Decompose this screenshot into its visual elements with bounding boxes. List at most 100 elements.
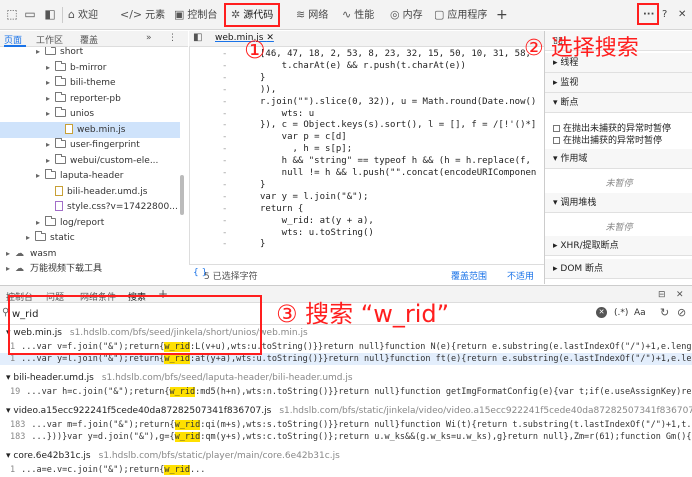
tab-elements[interactable]: </> 元素 xyxy=(120,0,165,30)
result-file[interactable]: ▾ bili-header.umd.js s1.hdslb.com/bfs/see… xyxy=(6,373,353,383)
annotation-1: ① xyxy=(244,36,266,64)
tab-application[interactable]: ▢ 应用程序 xyxy=(434,0,487,30)
code-line: - t.charAt(e) && r.push(t.charAt(e)) xyxy=(222,60,466,71)
add-tab-button[interactable]: + xyxy=(496,0,508,30)
code-line: - [46, 47, 18, 2, 53, 8, 23, 32, 15, 50, … xyxy=(222,49,531,59)
code-line: - var y = l.join("&"); xyxy=(222,191,369,202)
close-devtools-button[interactable]: ✕ xyxy=(678,0,686,30)
clear-search-icon[interactable]: ✕ xyxy=(596,307,607,318)
tree-item[interactable]: ▸ b-mirror xyxy=(46,60,106,76)
tree-item[interactable]: ▸ short xyxy=(36,47,83,60)
chevron-icon[interactable]: ▸ xyxy=(36,47,45,60)
device-toolbar-icon[interactable]: ▭ xyxy=(22,6,38,22)
tree-item[interactable]: ▸ webui/custom-ele... xyxy=(46,153,158,169)
section-watch[interactable]: ▸ 监视 xyxy=(545,73,692,93)
regex-toggle[interactable]: (.*) xyxy=(614,308,628,318)
scope-not-paused: 未暂停 xyxy=(605,179,633,189)
folder-icon xyxy=(55,138,66,148)
section-scope[interactable]: ▾ 作用域 xyxy=(545,149,692,169)
tab-overrides[interactable]: 覆盖 xyxy=(80,33,98,46)
dock-panel-icon[interactable]: ◧ xyxy=(42,6,58,22)
close-drawer-icon[interactable]: ✕ xyxy=(676,290,684,300)
result-file-name: bili-header.umd.js xyxy=(13,373,94,383)
result-line[interactable]: 183 ...var m=f.join("&");return{w_rid:qi(… xyxy=(0,419,692,431)
tab-workspace[interactable]: 工作区 xyxy=(36,33,63,46)
devtools-toolbar: ⬚ ▭ ◧ ⌂ 欢迎 </> 元素 ▣ 控制台 ✲ 源代码 ≋ 网络 ∿ 性能 ◎ 内存 ▢ 应… xyxy=(0,0,692,30)
dock-icon[interactable]: ⊟ xyxy=(658,290,666,300)
section-xhr-breakpoints[interactable]: ▸ XHR/提取断点 xyxy=(545,236,692,256)
result-file[interactable]: ▾ core.6e42b31c.js s1.hdslb.com/bfs/stati… xyxy=(6,451,340,461)
chevron-icon[interactable]: ▸ xyxy=(46,60,55,76)
tree-item[interactable]: ▸ laputa-header xyxy=(36,168,123,184)
result-line[interactable]: 1 ...a=e.v=c.join("&");return{w_rid... xyxy=(0,464,692,476)
tree-item[interactable]: bili-header.umd.js xyxy=(46,184,147,200)
tab-performance[interactable]: ∿ 性能 xyxy=(342,0,374,30)
folder-icon xyxy=(55,153,66,164)
code-line: - r.join("").slice(0, 32)), u = Math.roun… xyxy=(222,96,537,107)
section-dom-breakpoints[interactable]: ▸ DOM 断点 xyxy=(545,259,692,279)
tree-item[interactable]: ▸ user-fingerprint xyxy=(46,137,140,153)
code-line: - wts: u xyxy=(222,108,315,119)
code-editor[interactable]: - [46, 47, 18, 2, 53, 8, 23, 32, 15, 50, … xyxy=(189,47,544,264)
folder-icon xyxy=(55,107,66,117)
result-text-before: ...var m=f.join("&");return{ xyxy=(31,420,175,430)
result-match: w_rid xyxy=(174,432,201,442)
not-applied-link[interactable]: 不适用 xyxy=(507,269,534,282)
code-line: - return { xyxy=(222,203,304,214)
tree-item[interactable]: ▸ static xyxy=(26,230,75,246)
result-line[interactable]: 183 ...}))}var y=d.join("&"),g={w_rid:qm(… xyxy=(0,431,692,443)
section-callstack[interactable]: ▾ 调用堆栈 xyxy=(545,193,692,213)
more-tabs-icon[interactable]: » xyxy=(146,33,152,43)
clear-results-icon[interactable]: ⊘ xyxy=(677,306,686,319)
cloud-icon: ☁ xyxy=(15,264,24,274)
tree-item[interactable]: ▸ ☁ wasm xyxy=(6,246,56,262)
tab-network[interactable]: ≋ 网络 xyxy=(296,0,328,30)
tree-scrollbar[interactable] xyxy=(180,175,184,215)
code-text: var p = c[d] xyxy=(260,132,347,143)
code-text: null != h && l.push("".concat(encodeURIC… xyxy=(260,168,537,178)
help-button[interactable]: ? xyxy=(662,0,667,30)
application-icon: ▢ xyxy=(434,8,445,21)
refresh-icon[interactable]: ↻ xyxy=(660,306,669,319)
section-breakpoints[interactable]: ▾ 断点 xyxy=(545,93,692,113)
code-text: } xyxy=(260,239,266,250)
chevron-icon[interactable]: ▸ xyxy=(36,168,45,184)
tab-console[interactable]: ▣ 控制台 xyxy=(174,0,217,30)
coverage-link[interactable]: 覆盖范围 xyxy=(451,269,487,282)
tree-item[interactable]: ▸ log/report xyxy=(36,215,104,231)
chevron-icon[interactable]: ▸ xyxy=(46,75,55,91)
tree-item-label: static xyxy=(50,233,75,243)
chevron-icon[interactable]: ▸ xyxy=(46,106,55,122)
match-case-toggle[interactable]: Aa xyxy=(634,308,646,318)
code-line: - w_rid: at(y + a), xyxy=(222,215,374,226)
close-tab-icon[interactable]: ✕ xyxy=(266,33,274,43)
result-line-number: 183 xyxy=(10,420,26,430)
toggle-navigator-icon[interactable]: ◧ xyxy=(193,32,202,43)
result-line-number: 1 xyxy=(10,465,16,475)
result-text-before: ...var y=l.join("&");return{ xyxy=(21,354,165,364)
chevron-icon[interactable]: ▸ xyxy=(6,261,15,277)
code-text: r.join("").slice(0, 32)), u = Math.round… xyxy=(260,96,537,107)
result-file[interactable]: ▾ video.a15ecc922241f5cede40da8728250734… xyxy=(6,406,692,416)
result-text-after: ... xyxy=(190,465,206,475)
navigator-menu-icon[interactable]: ⋮ xyxy=(168,33,177,43)
tab-memory[interactable]: ◎ 内存 xyxy=(390,0,423,30)
chevron-icon[interactable]: ▸ xyxy=(26,230,35,246)
chevron-icon[interactable]: ▸ xyxy=(46,91,55,107)
chevron-icon[interactable]: ▸ xyxy=(6,246,15,262)
tree-item[interactable]: ▸ reporter-pb xyxy=(46,91,121,107)
result-line[interactable]: 19 ...var h=c.join("&");return{w_rid:md5(… xyxy=(0,386,692,398)
chevron-icon[interactable]: ▸ xyxy=(46,153,55,169)
inspect-element-icon[interactable]: ⬚ xyxy=(4,6,20,22)
tree-item[interactable]: web.min.js xyxy=(56,122,126,138)
tree-item[interactable]: ▸ unios xyxy=(46,106,94,122)
pause-caught-checkbox[interactable]: 在抛出捕获的异常时暂停 xyxy=(545,133,662,146)
chevron-icon[interactable]: ▸ xyxy=(46,137,55,153)
folder-icon xyxy=(45,47,56,55)
tab-sources[interactable]: ✲ 源代码 xyxy=(224,3,281,27)
tree-item[interactable]: ▸ bili-theme xyxy=(46,75,116,91)
chevron-icon[interactable]: ▸ xyxy=(36,215,45,231)
tree-item[interactable]: style.css?v=17422800... xyxy=(46,199,178,215)
tab-welcome[interactable]: ⌂ 欢迎 xyxy=(68,0,98,30)
tree-item[interactable]: ▸ ☁ 万能视频下载工具 xyxy=(6,261,102,277)
